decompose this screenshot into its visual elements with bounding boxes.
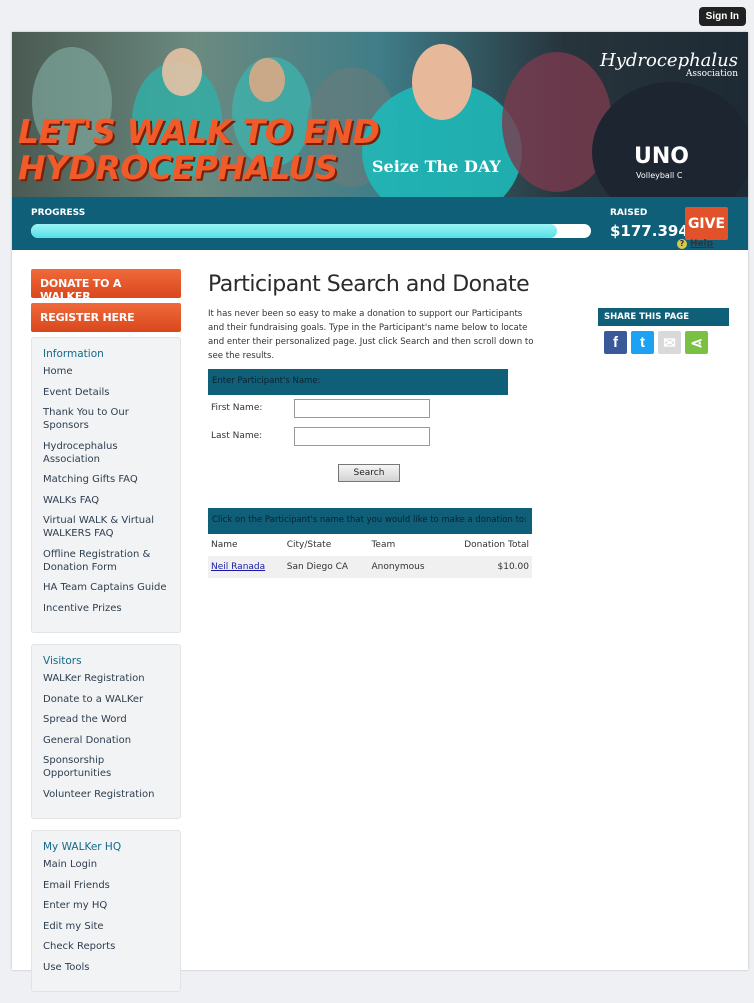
sidebar-item-ha-team-captains-guide[interactable]: HA Team Captains Guide bbox=[43, 581, 170, 594]
participant-search-form: Enter Participant's Name: First Name: La… bbox=[208, 369, 508, 482]
help-label: Help bbox=[690, 239, 714, 249]
sidebar-item-matching-gifts-faq[interactable]: Matching Gifts FAQ bbox=[43, 473, 170, 486]
column-header: Team bbox=[371, 540, 396, 550]
sidebar: DONATE TO A WALKER REGISTER HERE Informa… bbox=[31, 269, 181, 1003]
banner-headline: LET'S WALK TO END HYDROCEPHALUS bbox=[18, 112, 380, 187]
last-name-row: Last Name: bbox=[208, 423, 508, 451]
share-header: SHARE THIS PAGE bbox=[598, 308, 729, 326]
results-header-row: Name City/State Team Donation Total bbox=[208, 534, 532, 556]
shirt-text: Seize The DAY bbox=[372, 157, 501, 176]
column-header: City/State bbox=[286, 540, 332, 550]
page-title: Participant Search and Donate bbox=[208, 272, 530, 297]
sidebar-item-main-login[interactable]: Main Login bbox=[43, 858, 170, 871]
sidebar-item-check-reports[interactable]: Check Reports bbox=[43, 940, 170, 953]
sidebar-item-email-friends[interactable]: Email Friends bbox=[43, 879, 170, 892]
last-name-input[interactable] bbox=[294, 427, 430, 446]
share-icon[interactable]: ⋖ bbox=[685, 331, 708, 354]
facebook-icon[interactable]: f bbox=[604, 331, 627, 354]
email-icon[interactable]: ✉ bbox=[658, 331, 681, 354]
progress-fill bbox=[31, 224, 558, 238]
sidebar-item-thank-you-to-our-sponsors[interactable]: Thank You to Our Sponsors bbox=[43, 406, 170, 432]
results-header: Click on the Participant's name that you… bbox=[208, 508, 532, 534]
participant-name-cell: Neil Ranada bbox=[208, 556, 284, 578]
team-cell: Anonymous bbox=[368, 556, 443, 578]
give-button[interactable]: GIVE bbox=[685, 207, 728, 240]
progress-strip: PROGRESS RAISED $177.394 GIVE bbox=[12, 197, 748, 250]
logo-name: Hydrocephalus bbox=[600, 50, 738, 71]
sidebar-item-virtual-walk-virtual-walkers-faq[interactable]: Virtual WALK & Virtual WALKERS FAQ bbox=[43, 514, 170, 540]
city-state-cell: San Diego CA bbox=[283, 556, 369, 578]
first-name-input[interactable] bbox=[294, 399, 430, 418]
progress-bar bbox=[31, 224, 591, 238]
main-content: Participant Search and Donate It has nev… bbox=[208, 272, 548, 363]
donate-to-walker-button[interactable]: DONATE TO A WALKER bbox=[31, 269, 181, 303]
shirt-text-3: Volleyball C bbox=[636, 171, 683, 180]
association-logo: Hydrocephalus Association bbox=[600, 50, 738, 79]
register-here-button[interactable]: REGISTER HERE bbox=[31, 303, 181, 332]
headline-line-1: LET'S WALK TO END bbox=[18, 112, 380, 151]
sidebar-item-donate-to-a-walker[interactable]: Donate to a WALKer bbox=[43, 693, 170, 706]
sidebar-item-walks-faq[interactable]: WALKs FAQ bbox=[43, 494, 170, 507]
sidebar-item-sponsorship-opportunities[interactable]: Sponsorship Opportunities bbox=[43, 754, 170, 780]
sidebar-item-spread-the-word[interactable]: Spread the Word bbox=[43, 713, 170, 726]
help-icon: ? bbox=[677, 239, 687, 249]
headline-line-2: HYDROCEPHALUS bbox=[18, 148, 338, 187]
sidebar-item-home[interactable]: Home bbox=[43, 365, 170, 378]
sidebar-item-walker-registration[interactable]: WALKer Registration bbox=[43, 672, 170, 685]
sidebar-item-general-donation[interactable]: General Donation bbox=[43, 734, 170, 747]
search-button[interactable]: Search bbox=[338, 464, 400, 482]
nav-section-title: Information bbox=[43, 348, 104, 360]
twitter-icon[interactable]: t bbox=[631, 331, 654, 354]
first-name-row: First Name: bbox=[208, 395, 508, 423]
nav-sections: Information Home Event Details Thank You to… bbox=[31, 337, 181, 992]
search-results: Click on the Participant's name that you… bbox=[208, 508, 532, 578]
table-row: Neil Ranada San Diego CA Anonymous $10.0… bbox=[208, 556, 532, 578]
share-panel: SHARE THIS PAGE f t ✉ ⋖ bbox=[598, 308, 729, 354]
column-header: Name bbox=[211, 540, 238, 550]
nav-box-visitors: Visitors WALKer Registration Donate to a W… bbox=[31, 644, 181, 819]
shirt-text-2: UNO bbox=[634, 144, 689, 169]
raised-label: RAISED bbox=[610, 208, 648, 218]
sidebar-item-volunteer-registration[interactable]: Volunteer Registration bbox=[43, 788, 170, 801]
hero-banner: LET'S WALK TO END HYDROCEPHALUS Seize Th… bbox=[12, 32, 748, 197]
results-table: Name City/State Team Donation Total Neil… bbox=[208, 534, 532, 578]
nav-box-my-walker-hq: My WALKer HQ Main Login Email Friends Enter… bbox=[31, 830, 181, 992]
search-header: Enter Participant's Name: bbox=[208, 369, 508, 395]
nav-section-title: Visitors bbox=[43, 655, 82, 667]
intro-text: It has never been so easy to make a dona… bbox=[208, 309, 534, 361]
share-icons: f t ✉ ⋖ bbox=[598, 331, 729, 354]
sidebar-item-use-tools[interactable]: Use Tools bbox=[43, 961, 170, 974]
first-name-label: First Name: bbox=[211, 403, 263, 413]
sidebar-item-edit-my-site[interactable]: Edit my Site bbox=[43, 920, 170, 933]
donation-total-cell: $10.00 bbox=[442, 556, 532, 578]
sign-in-button[interactable]: Sign In bbox=[698, 7, 746, 26]
sidebar-item-event-details[interactable]: Event Details bbox=[43, 386, 170, 399]
help-link[interactable]: ? Help bbox=[677, 239, 713, 249]
participant-link[interactable]: Neil Ranada bbox=[211, 562, 265, 572]
sidebar-item-incentive-prizes[interactable]: Incentive Prizes bbox=[43, 602, 170, 615]
sidebar-item-hydrocephalus-association[interactable]: Hydrocephalus Association bbox=[43, 440, 170, 466]
column-header: Donation Total bbox=[464, 540, 529, 550]
nav-box-information: Information Home Event Details Thank You to… bbox=[31, 337, 181, 633]
last-name-label: Last Name: bbox=[211, 431, 263, 441]
sidebar-item-enter-my-hq[interactable]: Enter my HQ bbox=[43, 899, 170, 912]
raised-amount: $177.394 bbox=[610, 222, 689, 240]
progress-label: PROGRESS bbox=[31, 208, 86, 218]
nav-section-title: My WALKer HQ bbox=[43, 841, 122, 853]
sidebar-item-offline-registration-donation-form[interactable]: Offline Registration & Donation Form bbox=[43, 548, 170, 574]
